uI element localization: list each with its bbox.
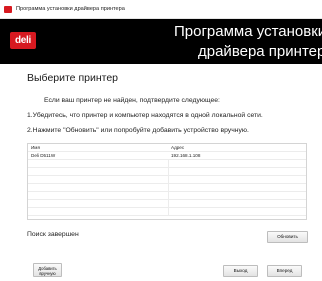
printer-table: Имя Адрес Deli D511W 192.168.1.108 [27,143,307,220]
table-row[interactable]: Deli D511W 192.168.1.108 [28,152,306,160]
exit-button[interactable]: Выход [223,265,258,277]
table-row-empty [28,208,306,216]
title-bar: Программа установки драйвера принтера [0,0,322,19]
page-title: Выберите принтер [27,72,118,84]
add-manually-button[interactable]: Добавить вручную [33,263,62,277]
table-row-empty [28,184,306,192]
table-row-empty [28,200,306,208]
column-header-name: Имя [31,145,40,150]
instruction-step-2: 2.Нажмите "Обновить" или попробуйте доба… [27,127,249,134]
next-button[interactable]: Вперед [267,265,302,277]
banner-title-line1: Программа установки [174,23,322,40]
table-row-empty [28,176,306,184]
banner-title-line2: драйвера принтера [198,43,322,60]
printer-address-cell: 192.168.1.108 [171,153,201,158]
table-row-empty [28,192,306,200]
app-icon [4,5,12,13]
header-banner: deli Программа установки драйвера принте… [0,19,322,64]
window-title: Программа установки драйвера принтера [16,6,125,12]
column-header-address: Адрес [171,145,185,150]
table-header: Имя Адрес [28,144,306,152]
printer-name-cell: Deli D511W [31,153,56,158]
table-row-empty [28,160,306,168]
instruction-step-1: 1.Убедитесь, что принтер и компьютер нах… [27,112,263,119]
search-status: Поиск завершен [27,231,79,238]
deli-logo: deli [10,32,36,49]
refresh-button[interactable]: Обновить [267,231,308,243]
table-row-empty [28,168,306,176]
instruction-intro: Если ваш принтер не найден, подтвердите … [44,97,220,104]
installer-window: Программа установки драйвера принтера de… [0,0,322,281]
